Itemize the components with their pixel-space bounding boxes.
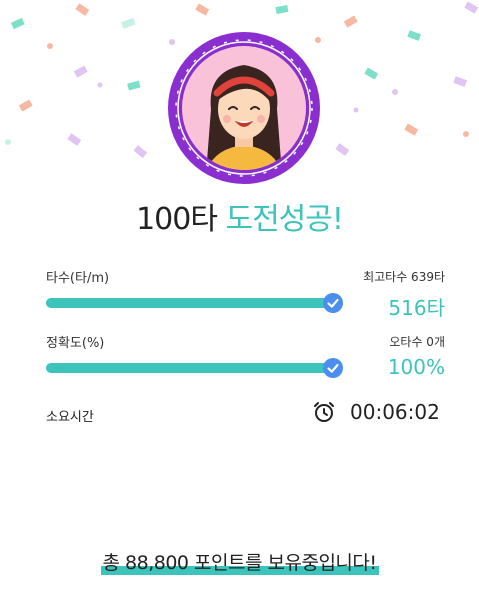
check-icon	[323, 358, 343, 378]
headline-success: 도전성공!	[225, 202, 343, 237]
alarm-clock-icon	[314, 402, 334, 422]
headline-count: 100타	[136, 202, 218, 237]
accuracy-progress-bar	[46, 358, 343, 378]
accuracy-label: 정확도(%)	[46, 336, 105, 351]
elapsed-time-value: 00:06:02	[350, 400, 440, 424]
points-text: 총 88,800 포인트를 보유중입니다!	[102, 552, 378, 574]
accuracy-progress-fill	[46, 363, 333, 373]
user-avatar	[167, 31, 321, 185]
error-count-label: 오타수 0개	[389, 335, 445, 349]
check-icon	[323, 293, 343, 313]
points-banner: 총 88,800 포인트를 보유중입니다!	[0, 548, 479, 575]
speed-label: 타수(타/m)	[46, 271, 110, 286]
speed-value: 516타	[388, 296, 445, 320]
elapsed-time-label: 소요시간	[46, 410, 94, 425]
best-speed-label: 최고타수 639타	[363, 270, 445, 284]
speed-progress-bar	[46, 293, 343, 313]
result-headline: 100타 도전성공!	[0, 200, 479, 240]
accuracy-value: 100%	[387, 355, 445, 379]
speed-progress-fill	[46, 298, 333, 308]
